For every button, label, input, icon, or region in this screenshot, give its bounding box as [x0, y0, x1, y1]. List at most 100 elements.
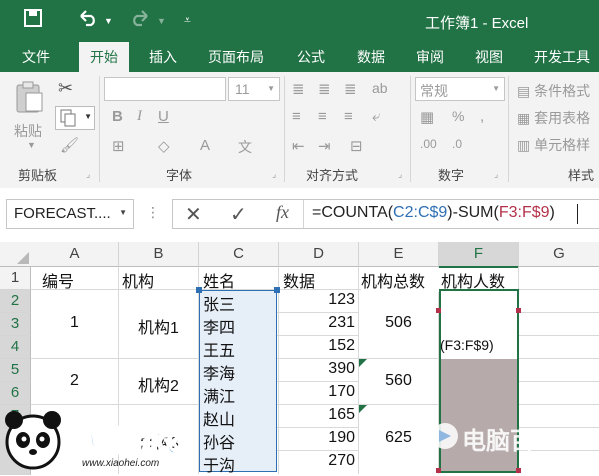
align-bottom-icon[interactable]: ≣	[344, 80, 357, 98]
bold-icon[interactable]: B	[112, 108, 123, 125]
cell-d5[interactable]: 390	[279, 360, 355, 378]
column-header-g[interactable]: G	[519, 242, 599, 267]
cell-styles-button[interactable]: ▥ 单元格样	[517, 135, 590, 155]
fill-color-icon[interactable]: ◇	[158, 137, 170, 155]
cell-f4-editing[interactable]: (F3:F$9)	[440, 337, 494, 353]
cell-c8[interactable]: 孙谷	[203, 429, 235, 453]
range-handle[interactable]	[516, 468, 521, 473]
tab-formulas[interactable]: 公式	[297, 47, 325, 67]
column-header-c[interactable]: C	[199, 242, 279, 267]
insert-function-icon[interactable]: fx	[276, 202, 289, 223]
align-left-icon[interactable]: ≡	[292, 108, 301, 125]
paste-icon[interactable]	[14, 80, 44, 119]
underline-icon[interactable]: U	[158, 108, 169, 125]
wrap-text-icon[interactable]: ⤶	[372, 108, 380, 125]
column-header-d[interactable]: D	[279, 242, 359, 267]
row-header-5[interactable]: 5	[0, 359, 31, 382]
format-painter-icon[interactable]: 🖌	[60, 136, 79, 154]
format-as-table-button[interactable]: ▦ 套用表格	[517, 108, 590, 128]
font-size-dropdown-icon[interactable]: ▼	[267, 84, 275, 93]
cell-b5-merged[interactable]: 机构2	[119, 372, 198, 396]
number-format-box[interactable]: 常规 ▼	[415, 77, 505, 101]
tab-review[interactable]: 审阅	[416, 47, 444, 67]
cell-b1[interactable]: 机构	[122, 268, 154, 292]
range-handle[interactable]	[436, 308, 441, 313]
tab-insert[interactable]: 插入	[149, 47, 177, 67]
cut-icon[interactable]: ✂	[58, 78, 73, 99]
cell-c6[interactable]: 满江	[203, 383, 235, 407]
cell-e7-merged[interactable]: 625	[359, 429, 438, 447]
cell-b2-merged[interactable]: 机构1	[119, 314, 198, 338]
paste-dropdown-icon[interactable]: ▼	[27, 140, 36, 150]
cell-c2[interactable]: 张三	[203, 291, 235, 315]
range-handle[interactable]	[196, 287, 202, 293]
cell-d8[interactable]: 190	[279, 429, 355, 447]
cell-c1[interactable]: 姓名	[203, 268, 235, 292]
redo-dropdown-icon[interactable]: ▼	[157, 16, 166, 26]
cell-c3[interactable]: 李四	[203, 314, 235, 338]
range-handle[interactable]	[516, 308, 521, 313]
cell-e2-merged[interactable]: 506	[359, 314, 438, 332]
cell-d3[interactable]: 231	[279, 314, 355, 332]
column-header-f[interactable]: F	[439, 242, 519, 268]
tab-developer[interactable]: 开发工具	[534, 47, 590, 67]
cell-d7[interactable]: 165	[279, 406, 355, 424]
cell-c4[interactable]: 王五	[203, 337, 235, 361]
number-format-dropdown-icon[interactable]: ▼	[492, 84, 500, 93]
cell-c7[interactable]: 赵山	[203, 406, 235, 430]
cell-d1[interactable]: 数据	[283, 268, 315, 292]
cell-d6[interactable]: 170	[279, 383, 355, 401]
tab-file[interactable]: 文件	[22, 47, 50, 67]
cell-e5-merged[interactable]: 560	[359, 372, 438, 390]
range-handle[interactable]	[436, 468, 441, 473]
copy-dropdown-icon[interactable]: ▼	[84, 112, 92, 121]
tab-data[interactable]: 数据	[357, 47, 385, 67]
error-indicator-icon[interactable]	[359, 405, 367, 413]
clipboard-launcher-icon[interactable]: ⌟	[86, 169, 90, 180]
conditional-formatting-button[interactable]: ▤ 条件格式	[517, 81, 590, 101]
cell-a2-merged[interactable]: 1	[31, 314, 118, 332]
cell-c9[interactable]: 于沟	[203, 452, 235, 476]
tab-page-layout[interactable]: 页面布局	[208, 47, 264, 67]
phonetic-icon[interactable]: 文	[238, 137, 252, 157]
font-launcher-icon[interactable]: ⌟	[272, 169, 276, 180]
alignment-launcher-icon[interactable]: ⌟	[398, 169, 402, 180]
cell-a5-merged[interactable]: 2	[31, 372, 118, 390]
row-header-2[interactable]: 2	[0, 290, 31, 313]
tab-view[interactable]: 视图	[475, 47, 503, 67]
cell-f1[interactable]: 机构人数	[441, 268, 505, 292]
tab-home[interactable]: 开始	[79, 42, 129, 72]
formula-input[interactable]: ✕ ✓ fx =COUNTA(C2:C$9)-SUM(F3:F$9)	[172, 199, 599, 229]
save-icon[interactable]	[24, 9, 42, 32]
cell-e1[interactable]: 机构总数	[361, 268, 439, 292]
decrease-decimal-icon[interactable]: .0	[452, 137, 462, 151]
name-box-dropdown-icon[interactable]: ▼	[119, 208, 127, 217]
align-right-icon[interactable]: ≡	[344, 108, 353, 125]
cell-d9[interactable]: 270	[279, 452, 355, 470]
customize-qat-icon[interactable]: ⩡	[184, 13, 191, 28]
font-color-icon[interactable]: A	[200, 137, 210, 154]
cell-a1[interactable]: 编号	[42, 268, 74, 292]
cell-c5[interactable]: 李海	[203, 360, 235, 384]
align-top-icon[interactable]: ≣	[292, 80, 305, 98]
name-box[interactable]: FORECAST.... ▼	[6, 199, 134, 229]
borders-icon[interactable]: ⊞	[112, 137, 125, 155]
error-indicator-icon[interactable]	[359, 359, 367, 367]
column-header-b[interactable]: B	[119, 242, 199, 267]
align-center-icon[interactable]: ≡	[318, 108, 327, 125]
row-header-1[interactable]: 1	[0, 267, 31, 290]
increase-indent-icon[interactable]: ⇥	[318, 137, 331, 155]
row-header-3[interactable]: 3	[0, 313, 31, 336]
undo-dropdown-icon[interactable]: ▼	[104, 16, 113, 26]
orientation-icon[interactable]: ab	[372, 80, 388, 96]
increase-decimal-icon[interactable]: .00	[420, 137, 437, 151]
font-size-box[interactable]: 11 ▼	[228, 77, 280, 101]
comma-style-icon[interactable]: ,	[480, 108, 484, 125]
row-header-4[interactable]: 4	[0, 336, 31, 359]
cancel-icon[interactable]: ✕	[185, 202, 202, 227]
enter-icon[interactable]: ✓	[230, 202, 247, 227]
currency-icon[interactable]: ▦	[420, 108, 434, 126]
align-middle-icon[interactable]: ≣	[318, 80, 331, 98]
column-header-e[interactable]: E	[359, 242, 439, 267]
select-all-corner[interactable]	[0, 242, 32, 267]
